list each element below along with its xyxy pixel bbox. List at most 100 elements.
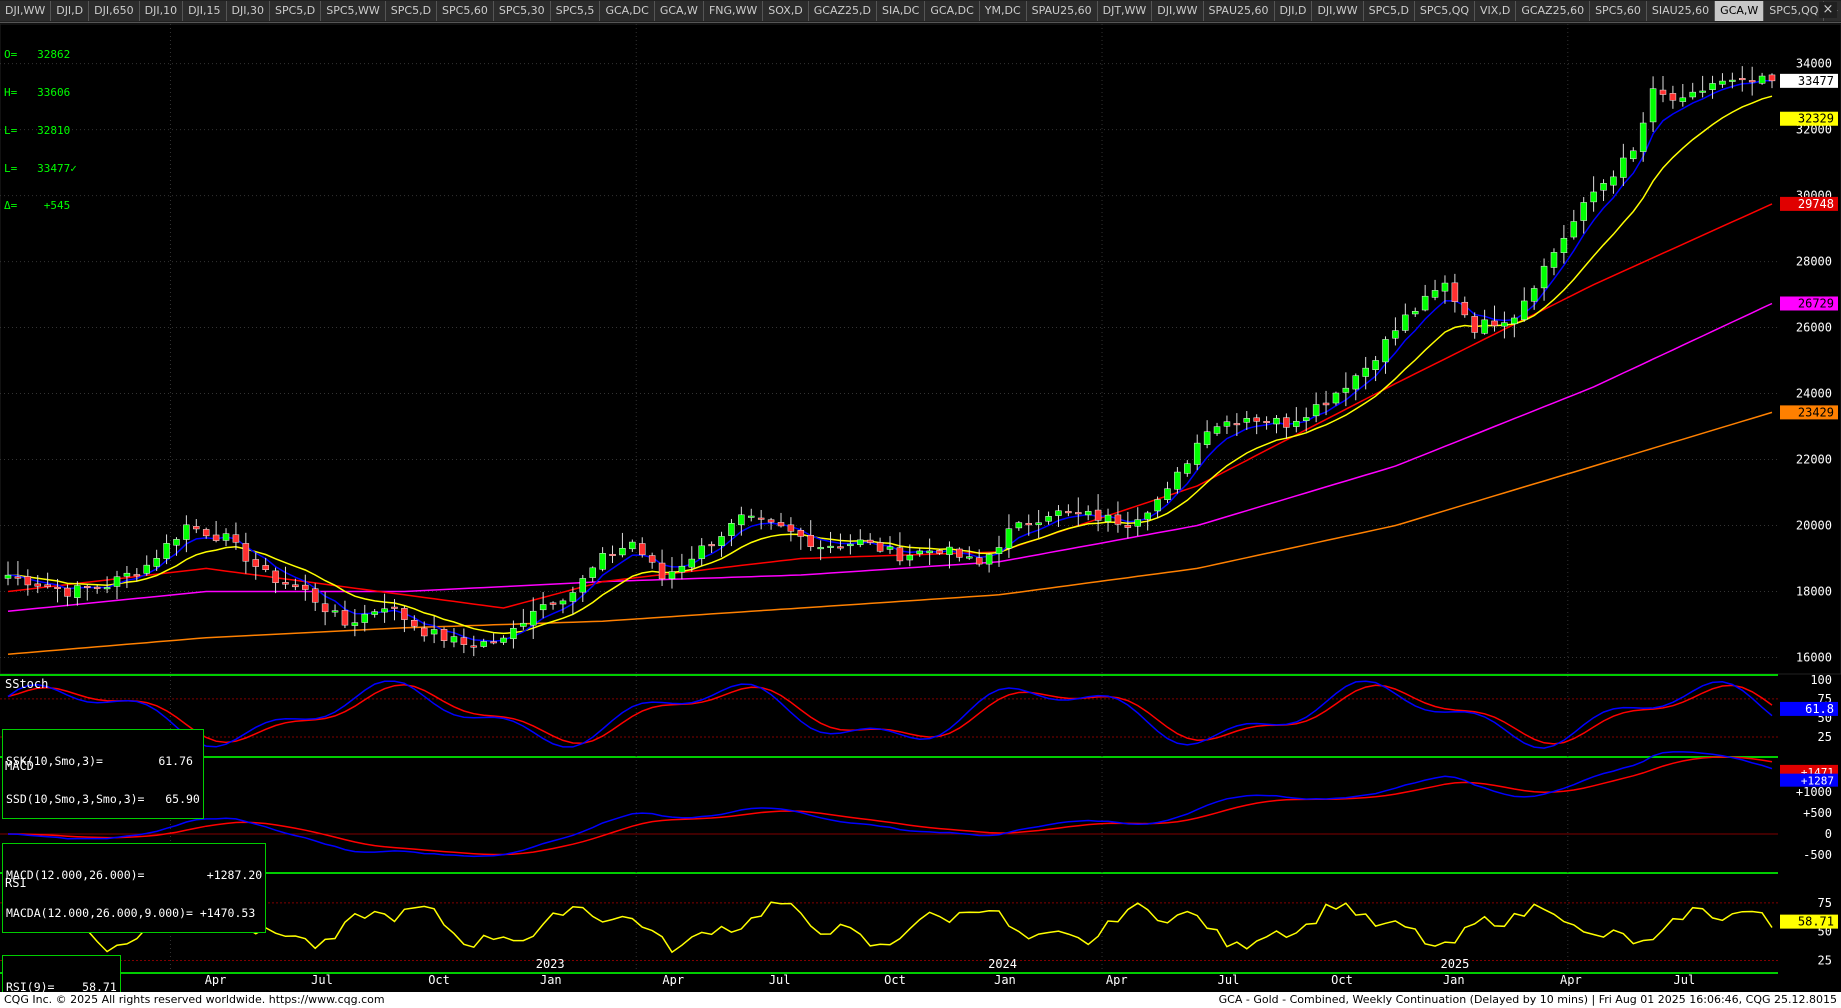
- macd-axis-label: -500: [1803, 848, 1832, 862]
- month-label: Oct: [428, 973, 450, 986]
- rsi-badge-value: 58.71: [1798, 915, 1834, 929]
- candle-body: [202, 529, 210, 537]
- candle-body: [222, 533, 230, 541]
- symbol-tab[interactable]: GCA,W: [654, 1, 704, 21]
- symbol-tab[interactable]: DJT,WW: [1097, 1, 1153, 21]
- candle-body: [817, 547, 824, 550]
- candle-body: [866, 539, 874, 543]
- symbol-tab[interactable]: VIX,D: [1475, 1, 1517, 21]
- symbol-tab[interactable]: DJI,15: [183, 1, 227, 21]
- symbol-tab[interactable]: DJI,D: [51, 1, 90, 21]
- symbol-tab[interactable]: SPC5,QQ: [1414, 1, 1476, 21]
- candle-body: [1471, 316, 1478, 333]
- candle-body: [470, 645, 478, 648]
- stoch-k-value: SSK(10,Smo,3)= 61.76: [6, 754, 193, 768]
- candle-body: [1302, 417, 1310, 421]
- symbol-tab[interactable]: YM,DC: [979, 1, 1027, 21]
- candle-body: [529, 610, 537, 626]
- symbol-tab[interactable]: GCAZ25,60: [1516, 1, 1591, 21]
- candle-body: [777, 522, 785, 527]
- month-label: Apr: [205, 973, 227, 986]
- candle-body: [381, 608, 388, 613]
- candle-body: [1392, 330, 1399, 339]
- candle-body: [1055, 510, 1062, 516]
- symbol-tab[interactable]: FNG,WW: [703, 1, 764, 21]
- candle-body: [24, 576, 32, 586]
- candle-body: [1362, 367, 1369, 377]
- candle-body: [1114, 514, 1122, 525]
- candle-body: [1600, 183, 1607, 191]
- price-axis-label: 28000: [1796, 255, 1832, 269]
- macd-badge-value: +1287: [1801, 775, 1834, 788]
- symbol-tab[interactable]: DJI,D: [1274, 1, 1313, 21]
- macd-value: MACD(12.000,26.000)= +1287.20: [6, 868, 263, 882]
- symbol-tab[interactable]: GCA,W: [1715, 1, 1765, 21]
- symbol-tab[interactable]: SPC5,D: [269, 1, 322, 21]
- candle-body: [1739, 78, 1746, 81]
- symbol-tab[interactable]: SPC5,30: [493, 1, 551, 21]
- month-label: Jan: [994, 973, 1016, 986]
- symbol-tab[interactable]: SPC5,60: [437, 1, 494, 21]
- chart-area[interactable]: 3400032000300002800026000240002200020000…: [0, 22, 1841, 986]
- candle-body: [946, 546, 953, 555]
- candle-body: [371, 611, 378, 615]
- change-value: Δ= +545: [4, 199, 71, 213]
- rsi-panel-title: RSI: [5, 876, 27, 890]
- price-badge-value: 32329: [1798, 112, 1834, 126]
- symbol-tab[interactable]: SIA,DC: [876, 1, 926, 21]
- symbol-tab[interactable]: GCA,DC: [925, 1, 980, 21]
- symbol-tab[interactable]: SPC5,D: [385, 1, 438, 21]
- candle-body: [1709, 83, 1716, 90]
- year-label: 2023: [536, 957, 565, 971]
- symbol-tab[interactable]: DJI,WW: [1152, 1, 1204, 21]
- candle-body: [1015, 522, 1023, 529]
- candle-body: [44, 584, 51, 587]
- symbol-tab[interactable]: SPC5,D: [1363, 1, 1415, 21]
- candle-body: [1263, 421, 1270, 424]
- symbol-tab[interactable]: SPC5,WW: [321, 1, 386, 21]
- symbol-tab[interactable]: DJI,650: [89, 1, 140, 21]
- symbol-tab[interactable]: SOX,D: [763, 1, 809, 21]
- symbol-tab[interactable]: SPC5,QQ: [1764, 1, 1825, 21]
- candle-body: [351, 622, 359, 626]
- candle-body: [728, 523, 735, 536]
- candle-body: [886, 546, 894, 550]
- symbol-tab[interactable]: GCAZ25,D: [808, 1, 877, 21]
- symbol-tab[interactable]: DJI,10: [139, 1, 184, 21]
- moving-average-line: [7, 411, 1773, 655]
- candle-body: [638, 543, 646, 556]
- candle-body: [1560, 237, 1568, 253]
- candle-body: [1689, 91, 1696, 98]
- candle-body: [1382, 339, 1389, 363]
- symbol-tab[interactable]: SPAU25,60: [1026, 1, 1098, 21]
- symbol-tab[interactable]: DJI,WW: [1312, 1, 1364, 21]
- candle-body: [1491, 320, 1498, 327]
- symbol-tab[interactable]: DJI,30: [226, 1, 270, 21]
- candle-body: [1332, 392, 1340, 404]
- candle-body: [1402, 314, 1409, 331]
- month-label: Oct: [884, 973, 906, 986]
- symbol-tab[interactable]: SPAU25,60: [1203, 1, 1275, 21]
- close-window-icon[interactable]: ×: [1819, 2, 1837, 18]
- candle-body: [1520, 300, 1528, 320]
- candle-body: [837, 546, 844, 549]
- candle-body: [1184, 463, 1191, 474]
- rsi-line: [7, 899, 1773, 954]
- symbol-tab[interactable]: DJI,WW: [0, 1, 52, 21]
- candle-body: [1372, 360, 1379, 370]
- candle-body: [1084, 511, 1092, 516]
- candle-body: [609, 553, 616, 556]
- candle-body: [589, 567, 596, 578]
- symbol-tab[interactable]: GCA,DC: [600, 1, 655, 21]
- year-label: 2025: [1440, 957, 1469, 971]
- symbol-tab[interactable]: SPC5,5: [550, 1, 601, 21]
- candle-body: [440, 629, 448, 641]
- candle-body: [1570, 221, 1578, 238]
- symbol-tab[interactable]: SIAU25,60: [1646, 1, 1716, 21]
- candle-body: [1124, 524, 1132, 528]
- candle-body: [1322, 402, 1330, 406]
- macd-avg-line: [8, 756, 1773, 856]
- price-axis-label: 20000: [1796, 519, 1832, 533]
- candle-body: [1273, 417, 1280, 425]
- symbol-tab[interactable]: SPC5,60: [1590, 1, 1647, 21]
